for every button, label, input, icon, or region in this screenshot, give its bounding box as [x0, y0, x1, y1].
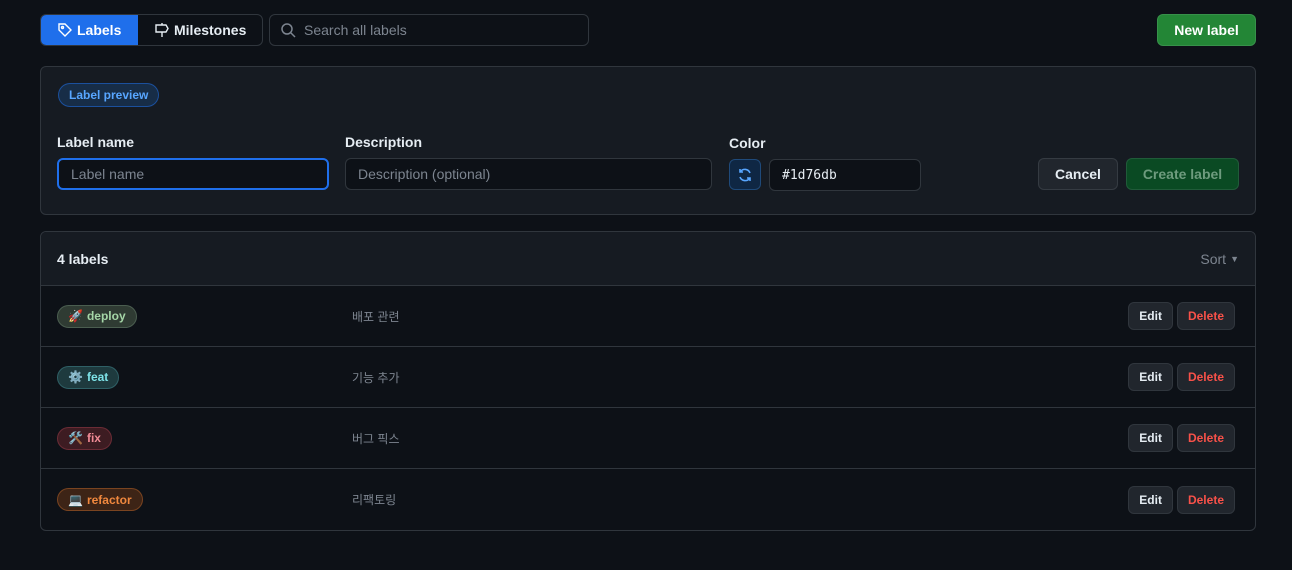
delete-button[interactable]: Delete: [1176, 363, 1235, 391]
tab-milestones-text: Milestones: [174, 22, 247, 38]
label-name: refactor: [86, 492, 132, 507]
label-name: fix: [86, 431, 101, 445]
label-description: 버그 픽스: [352, 431, 400, 446]
search-input[interactable]: [304, 22, 574, 38]
label-emoji-icon: ⚙️: [68, 370, 83, 384]
edit-button[interactable]: Edit: [1128, 485, 1173, 514]
label-row: ⚙️ feat 기능 추가 Edit Delete: [41, 347, 1255, 408]
label-row: 💻 refactor 리팩토링 Edit Delete: [41, 469, 1255, 530]
refresh-icon: [739, 168, 751, 181]
tab-labels-text: Labels: [77, 22, 122, 38]
label-name: deploy: [86, 309, 126, 323]
caret-down-icon: ▼: [1230, 253, 1239, 264]
edit-button[interactable]: Edit: [1128, 363, 1173, 391]
label-description: 배포 관련: [352, 309, 400, 324]
label-emoji-icon: 🛠️: [68, 431, 83, 445]
labels-list: 4 labels Sort ▼ 🚀 deploy 배포 관련 Edit Delete ⚙…: [40, 231, 1256, 531]
milestone-icon: [155, 23, 169, 37]
labels-list-header: 4 labels Sort ▼: [41, 232, 1255, 286]
sort-text: Sort: [1200, 250, 1227, 267]
create-label-button[interactable]: Create label: [1126, 158, 1239, 190]
tag-icon: [58, 23, 72, 37]
description-heading: Description: [345, 134, 423, 150]
cancel-button[interactable]: Cancel: [1038, 158, 1118, 190]
search-box: [269, 14, 589, 46]
edit-button[interactable]: Edit: [1128, 424, 1173, 452]
sort-dropdown[interactable]: Sort ▼: [1200, 251, 1239, 267]
label-description: 리팩토링: [352, 493, 397, 507]
new-label-button[interactable]: New label: [1157, 14, 1256, 46]
labels-milestones-switch: Labels Milestones: [40, 14, 264, 46]
color-input[interactable]: [769, 159, 921, 191]
labels-count: 4 labels: [57, 250, 109, 267]
label-name: feat: [86, 370, 109, 384]
label-tag[interactable]: ⚙️ feat: [57, 365, 120, 389]
label-emoji-icon: 💻: [68, 492, 83, 507]
new-label-form: Label preview Label name Description Col…: [40, 66, 1256, 215]
label-tag[interactable]: 🛠️ fix: [57, 426, 112, 450]
label-tag[interactable]: 💻 refactor: [57, 488, 143, 511]
randomize-color-button[interactable]: [729, 159, 761, 190]
tab-labels[interactable]: Labels: [41, 15, 138, 45]
edit-button[interactable]: Edit: [1128, 302, 1173, 330]
delete-button[interactable]: Delete: [1176, 485, 1235, 514]
label-name-input[interactable]: [57, 158, 329, 190]
label-name-heading: Label name: [57, 134, 135, 150]
description-input[interactable]: [345, 158, 712, 190]
label-preview: Label preview: [58, 83, 160, 107]
label-tag[interactable]: 🚀 deploy: [57, 304, 137, 328]
delete-button[interactable]: Delete: [1176, 302, 1235, 330]
delete-button[interactable]: Delete: [1176, 424, 1235, 452]
color-heading: Color: [729, 135, 766, 151]
label-description: 기능 추가: [352, 370, 400, 385]
label-emoji-icon: 🚀: [68, 309, 83, 323]
label-row: 🛠️ fix 버그 픽스 Edit Delete: [41, 408, 1255, 469]
tab-milestones[interactable]: Milestones: [138, 15, 262, 45]
search-icon: [281, 23, 296, 38]
label-row: 🚀 deploy 배포 관련 Edit Delete: [41, 286, 1255, 347]
